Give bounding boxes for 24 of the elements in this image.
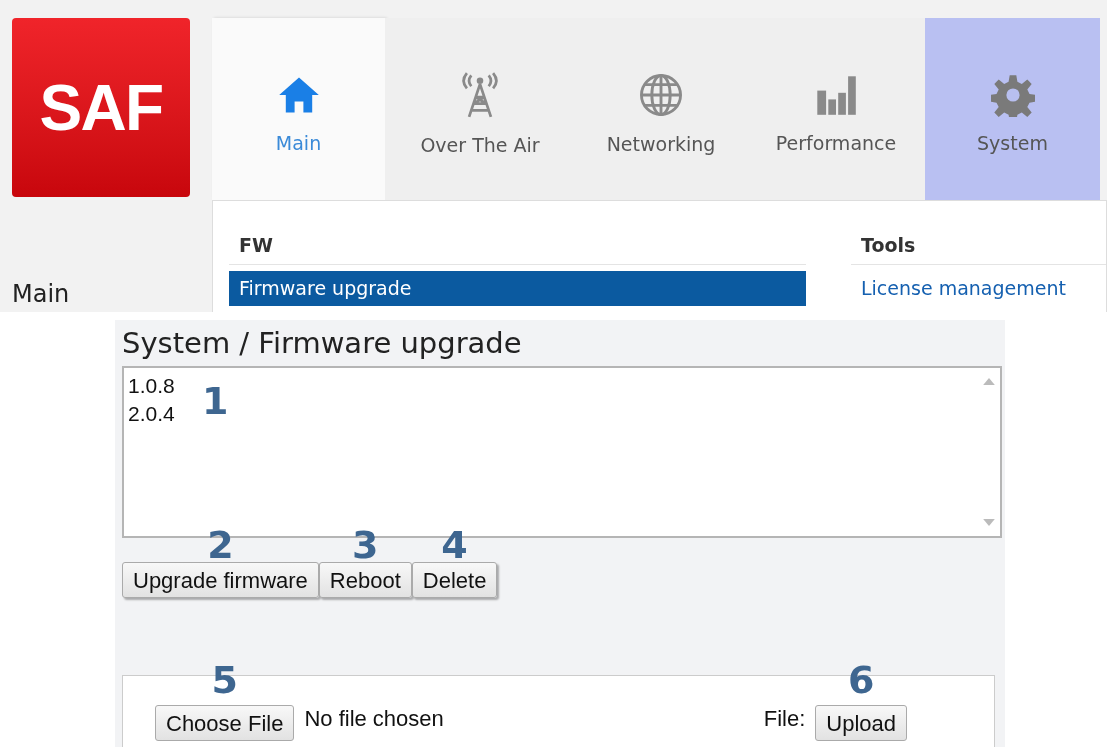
settings-icon (990, 72, 1035, 117)
button[interactable]: Upgrade firmware (122, 562, 319, 598)
scroll-up-icon[interactable] (983, 378, 995, 385)
menu-item[interactable]: License management (851, 271, 1106, 306)
file-status: No file chosen (304, 705, 444, 733)
menu-heading: Tools (861, 234, 916, 256)
sidebar-title: Main (12, 280, 70, 308)
list-option[interactable]: 2.0.4 (128, 400, 175, 428)
button[interactable]: Delete (411, 562, 498, 598)
list-option[interactable]: 1.0.8 (128, 372, 175, 400)
menu-item[interactable]: Firmware upgrade (229, 271, 806, 306)
button[interactable]: Upload (815, 705, 907, 741)
scroll-down-icon[interactable] (983, 519, 995, 526)
menu-heading: FW (239, 234, 273, 256)
button[interactable]: Reboot (318, 562, 412, 598)
step-number: 1 (202, 382, 229, 420)
step-number: 6 (847, 661, 875, 704)
step-number: 5 (211, 661, 238, 704)
page-title: System / Firmware upgrade (122, 325, 523, 362)
logo: SAF (12, 18, 190, 197)
globe-icon (638, 71, 684, 118)
button[interactable]: Choose File (155, 705, 295, 741)
nav-tab[interactable]: System (925, 18, 1100, 200)
file-label: File: (763, 705, 806, 733)
